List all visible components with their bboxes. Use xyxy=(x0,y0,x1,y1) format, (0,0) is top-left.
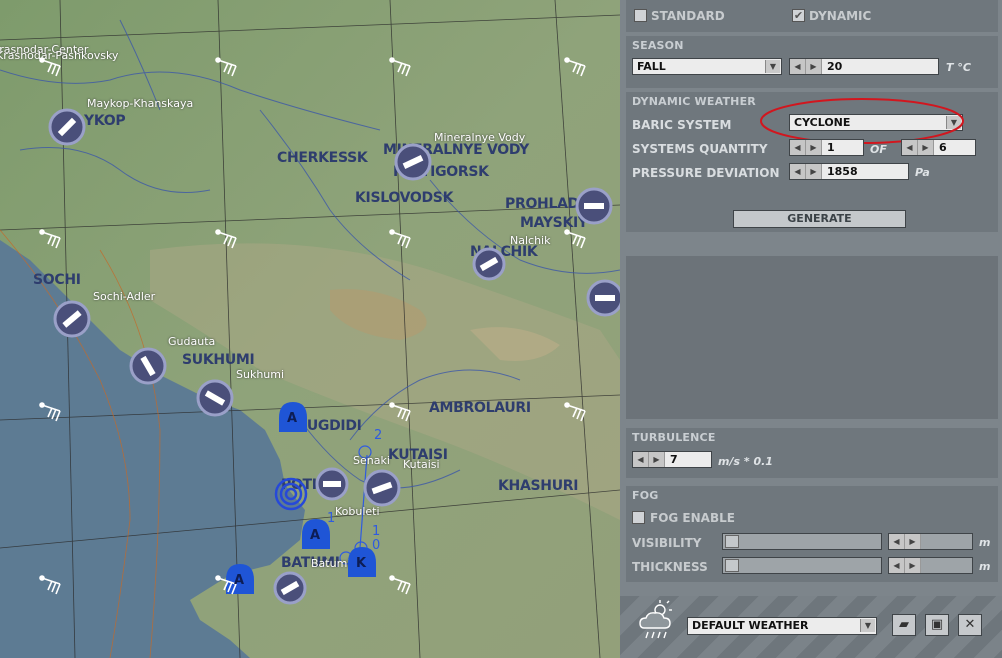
airfield-icon[interactable] xyxy=(394,143,432,181)
thickness-unit: m xyxy=(979,560,991,573)
thickness-label: THICKNESS xyxy=(632,560,708,574)
airfield-icons xyxy=(39,57,620,605)
pressure-center-icon[interactable] xyxy=(274,477,308,511)
increase-icon[interactable]: ▶ xyxy=(649,452,665,467)
systems-quantity-label: SYSTEMS QUANTITY xyxy=(632,142,768,156)
isobar-label: 1 xyxy=(372,524,381,539)
decrease-icon[interactable]: ◀ xyxy=(633,452,649,467)
baric-system-label: BARIC SYSTEM xyxy=(632,118,732,132)
temperature-unit: T °C xyxy=(946,61,971,74)
of-label: OF xyxy=(870,143,887,156)
pressure-deviation-label: PRESSURE DEVIATION xyxy=(632,166,780,180)
preset-bar: DEFAULT WEATHER ▼ ▰ ▣ ✕ xyxy=(620,596,1002,658)
decrease-icon[interactable]: ◀ xyxy=(889,558,905,573)
fog-enable-label: FOG ENABLE xyxy=(650,511,735,525)
thickness-slider[interactable] xyxy=(722,557,882,574)
pressure-unit: Pa xyxy=(915,166,930,179)
weather-marker-letter: A xyxy=(287,411,298,426)
weather-preset-select[interactable]: DEFAULT WEATHER ▼ xyxy=(687,617,877,635)
increase-icon[interactable]: ▶ xyxy=(806,59,822,74)
increase-icon[interactable]: ▶ xyxy=(905,534,921,549)
visibility-unit: m xyxy=(979,536,991,549)
airfield-icon[interactable] xyxy=(53,300,91,338)
isobar-label: 2 xyxy=(374,428,383,443)
fog-enable-checkbox[interactable] xyxy=(632,511,645,524)
increase-icon[interactable]: ▶ xyxy=(806,164,822,179)
airfield-icon[interactable] xyxy=(273,571,307,605)
increase-icon[interactable]: ▶ xyxy=(918,140,934,155)
thickness-stepper[interactable]: ◀ ▶ xyxy=(888,557,973,574)
weather-marker-letter: A xyxy=(310,528,321,543)
pressure-deviation-stepper[interactable]: ◀ ▶ 1858 xyxy=(789,163,909,180)
folder-icon: ▰ xyxy=(899,617,909,632)
visibility-label: VISIBILITY xyxy=(632,536,702,550)
dynamic-label: DYNAMIC xyxy=(809,9,872,23)
weather-marker-letter: K xyxy=(356,556,367,571)
turbulence-value: 7 xyxy=(670,453,678,466)
decrease-icon[interactable]: ◀ xyxy=(889,534,905,549)
airfield-icon[interactable] xyxy=(363,469,401,507)
season-value: FALL xyxy=(637,60,666,73)
season-select[interactable]: FALL ▼ xyxy=(632,58,782,75)
turbulence-stepper[interactable]: ◀ ▶ 7 xyxy=(632,451,712,468)
season-section-title: SEASON xyxy=(632,39,684,52)
visibility-stepper[interactable]: ◀ ▶ xyxy=(888,533,973,550)
decrease-icon[interactable]: ◀ xyxy=(790,164,806,179)
wind-barbs xyxy=(39,57,586,595)
airfield-icon[interactable] xyxy=(586,279,620,317)
save-icon: ▣ xyxy=(930,617,944,632)
close-button[interactable]: ✕ xyxy=(958,614,982,636)
airfield-icon[interactable] xyxy=(196,379,234,417)
weather-marker-letter: A xyxy=(234,573,245,588)
dynamic-weather-title: DYNAMIC WEATHER xyxy=(632,95,756,108)
increase-icon[interactable]: ▶ xyxy=(905,558,921,573)
fog-title: FOG xyxy=(632,489,659,502)
chevron-down-icon[interactable]: ▼ xyxy=(765,60,780,73)
isobar-label: 1 xyxy=(327,511,336,526)
slider-thumb[interactable] xyxy=(725,535,739,548)
airfield-icon[interactable] xyxy=(129,347,167,385)
airfield-icon[interactable] xyxy=(575,187,613,225)
chevron-down-icon[interactable]: ▼ xyxy=(860,619,875,632)
weather-preset-value: DEFAULT WEATHER xyxy=(692,619,809,632)
weather-map[interactable]: YKOP CHERKESSK MINERALNYE VODY PYATIGORS… xyxy=(0,0,620,658)
slider-thumb[interactable] xyxy=(725,559,739,572)
temperature-value: 20 xyxy=(827,60,843,73)
systems-total-stepper[interactable]: ◀ ▶ 6 xyxy=(901,139,976,156)
standard-label: STANDARD xyxy=(651,9,725,23)
systems-total-value: 6 xyxy=(939,141,947,154)
systems-list-area xyxy=(626,256,998,419)
generate-button[interactable]: GENERATE xyxy=(733,210,906,228)
save-button[interactable]: ▣ xyxy=(925,614,949,636)
close-icon: ✕ xyxy=(964,617,976,632)
decrease-icon[interactable]: ◀ xyxy=(902,140,918,155)
temperature-stepper[interactable]: ◀ ▶ 20 xyxy=(789,58,939,75)
visibility-slider[interactable] xyxy=(722,533,882,550)
open-folder-button[interactable]: ▰ xyxy=(892,614,916,636)
systems-quantity-stepper[interactable]: ◀ ▶ 1 xyxy=(789,139,864,156)
cloud-rain-icon xyxy=(639,600,672,639)
weather-panel: STANDARD ✔ DYNAMIC SEASON FALL ▼ ◀ ▶ 20 T °… xyxy=(620,0,1002,658)
isobar-label: 0 xyxy=(372,538,381,553)
increase-icon[interactable]: ▶ xyxy=(806,140,822,155)
airfield-icon[interactable] xyxy=(472,247,506,281)
airfield-icon[interactable] xyxy=(48,108,86,146)
turbulence-title: TURBULENCE xyxy=(632,431,716,444)
turbulence-unit: m/s * 0.1 xyxy=(718,455,773,468)
decrease-icon[interactable]: ◀ xyxy=(790,140,806,155)
decrease-icon[interactable]: ◀ xyxy=(790,59,806,74)
systems-quantity-value: 1 xyxy=(827,141,835,154)
airfield-icon[interactable] xyxy=(315,467,349,501)
pressure-deviation-value: 1858 xyxy=(827,165,858,178)
standard-checkbox[interactable] xyxy=(634,9,647,22)
dynamic-checkbox[interactable]: ✔ xyxy=(792,9,805,22)
